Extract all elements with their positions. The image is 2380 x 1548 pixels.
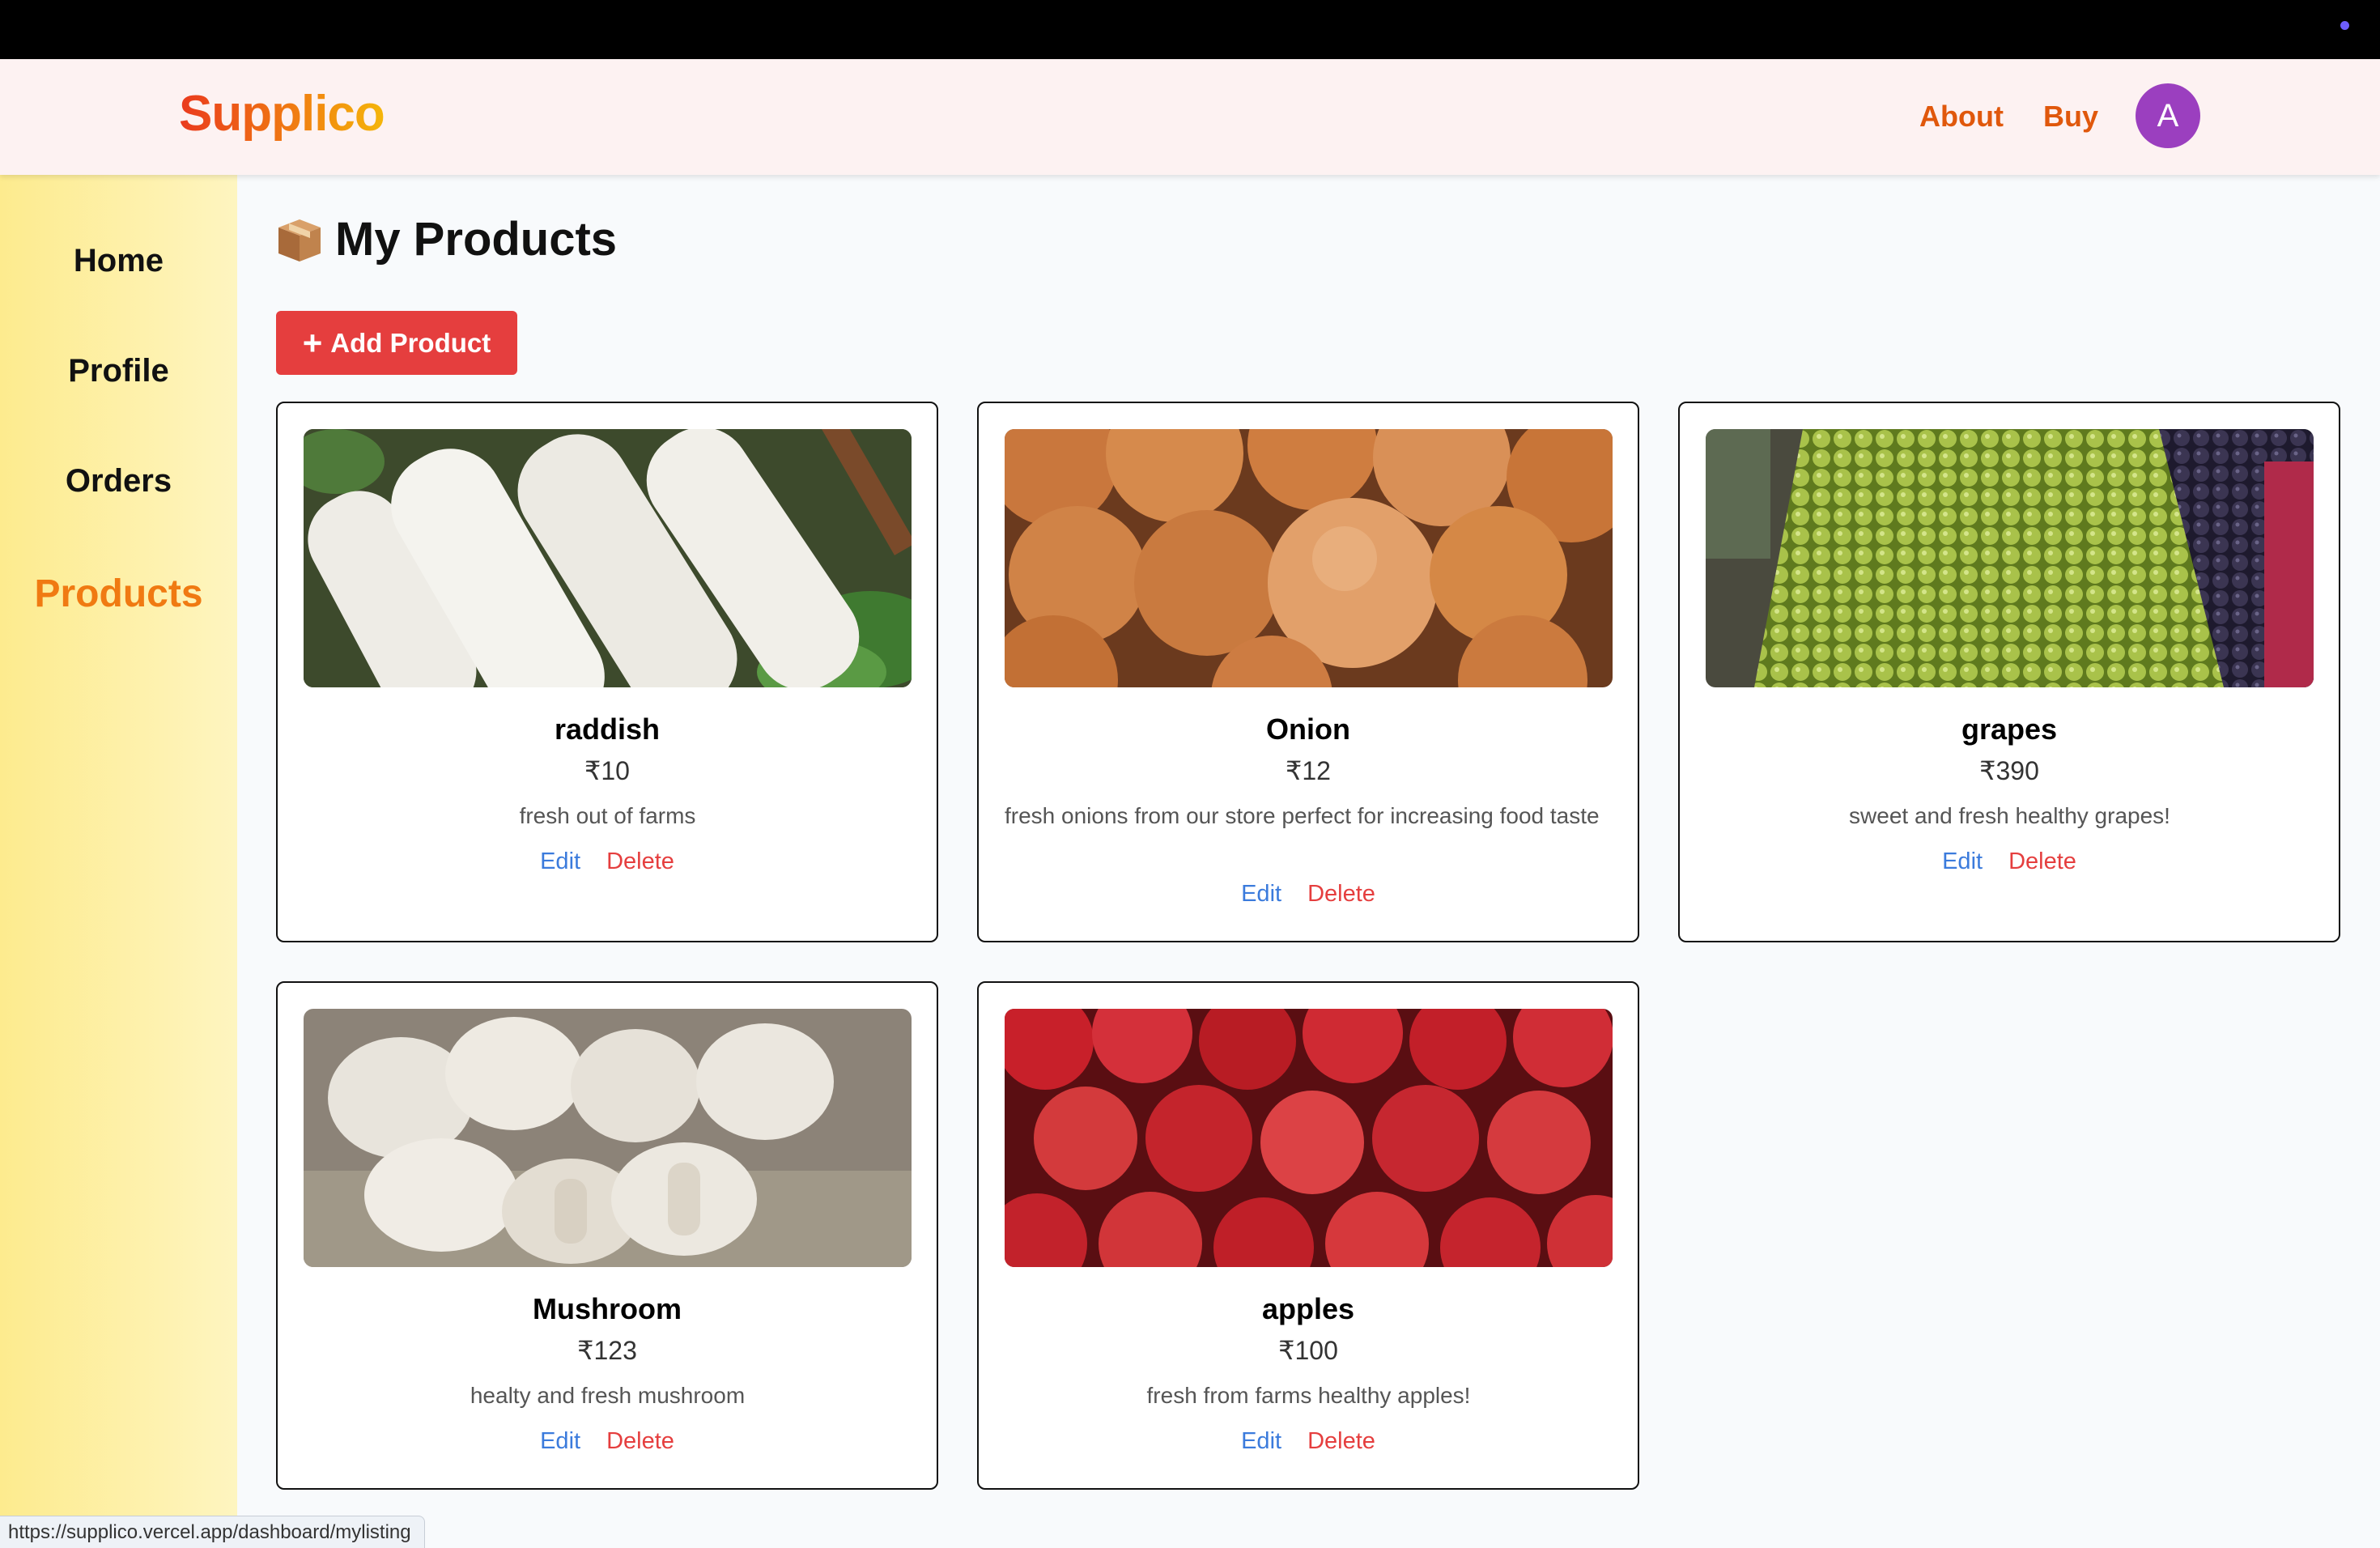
product-price: ₹10 [584,756,630,785]
delete-button[interactable]: Delete [1307,1428,1375,1455]
product-description: fresh out of farms [519,803,696,828]
product-name: Mushroom [533,1292,682,1325]
edit-button[interactable]: Edit [1241,881,1281,908]
product-name: grapes [1961,712,2058,746]
avatar[interactable]: A [2136,83,2200,148]
product-price: ₹390 [1979,756,2039,785]
card-actions: Edit Delete [278,848,937,875]
product-name: raddish [554,712,661,746]
delete-button[interactable]: Delete [606,1428,674,1455]
card-actions: Edit Delete [979,1428,1638,1455]
product-price: ₹123 [577,1336,637,1365]
product-description: healty and fresh mushroom [470,1383,746,1408]
card-actions: Edit Delete [278,1428,937,1455]
product-image-raddish [304,429,912,687]
plus-icon: + [302,323,323,362]
product-card: raddish ₹10 fresh out of farms Edit Dele… [276,402,938,942]
product-description: fresh onions from our store perfect for … [1005,803,1600,828]
nav-buy-link[interactable]: Buy [2043,100,2098,134]
page-title-text: My Products [335,213,618,266]
status-bar-url: https://supplico.vercel.app/dashboard/my… [0,1516,425,1548]
sidebar-item-products[interactable]: Products [0,572,237,616]
card-actions: Edit Delete [1680,848,2339,875]
product-card: Onion ₹12 fresh onions from our store pe… [977,402,1639,942]
delete-button[interactable]: Delete [606,848,674,875]
system-top-bar [0,0,2380,59]
package-icon [278,219,321,262]
add-product-label: Add Product [330,327,491,358]
product-description: fresh from farms healthy apples! [1146,1383,1471,1408]
edit-button[interactable]: Edit [540,1428,580,1455]
card-actions: Edit Delete [979,881,1638,908]
product-image-onion [1005,429,1613,687]
sidebar-item-orders[interactable]: Orders [0,463,237,500]
delete-button[interactable]: Delete [2008,848,2076,875]
delete-button[interactable]: Delete [1307,881,1375,908]
nav-about-link[interactable]: About [1919,100,2004,134]
sidebar-item-home[interactable]: Home [0,243,237,279]
product-card: apples ₹100 fresh from farms healthy app… [977,981,1639,1490]
page-title: My Products [275,212,617,266]
indicator-dot [2340,21,2349,30]
edit-button[interactable]: Edit [1241,1428,1281,1455]
product-card: grapes ₹390 sweet and fresh healthy grap… [1678,402,2340,942]
logo[interactable]: Supplico [179,85,385,142]
product-description: sweet and fresh healthy grapes! [1849,803,2170,828]
product-image-mushroom [304,1009,912,1267]
sidebar: Home Profile Orders Products [0,175,237,1548]
edit-button[interactable]: Edit [540,848,580,875]
product-image-grapes [1706,429,2314,687]
edit-button[interactable]: Edit [1942,848,1983,875]
product-image-apples [1005,1009,1613,1267]
product-name: Onion [1266,712,1350,746]
product-card: Mushroom ₹123 healty and fresh mushroom … [276,981,938,1490]
product-price: ₹100 [1278,1336,1338,1365]
product-price: ₹12 [1286,756,1331,785]
app-header: Supplico About Buy A [0,59,2380,175]
add-product-button[interactable]: + Add Product [276,311,517,375]
sidebar-item-profile[interactable]: Profile [0,353,237,389]
product-name: apples [1261,1292,1355,1325]
